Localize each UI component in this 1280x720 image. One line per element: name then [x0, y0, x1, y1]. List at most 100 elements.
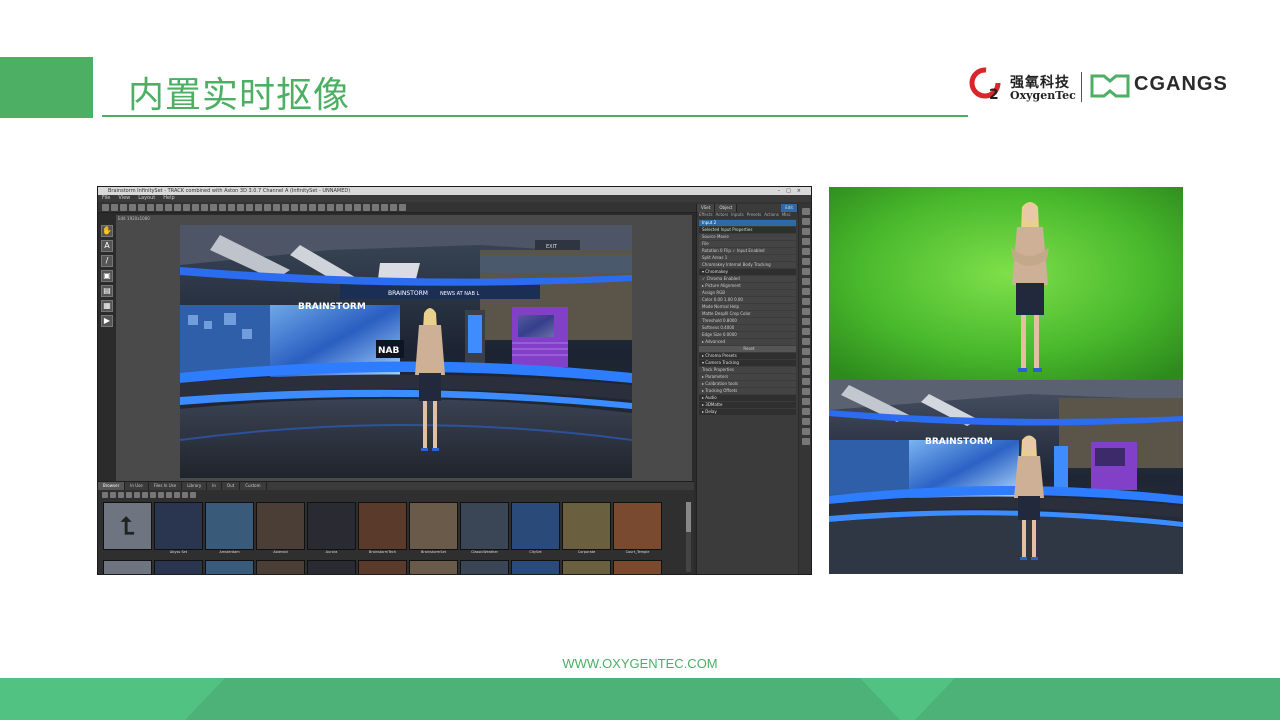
pen-tool-icon[interactable]: /	[101, 255, 113, 267]
browser-tool-icon[interactable]	[190, 492, 196, 498]
browser-tool-icon[interactable]	[110, 492, 116, 498]
browser-tool-icon[interactable]	[142, 492, 148, 498]
set-thumbnail-row2[interactable]	[409, 560, 458, 574]
toolbar-tool-icon[interactable]	[210, 204, 217, 211]
panel-row[interactable]: ▸ Picture Alignment	[699, 283, 796, 289]
toolbar-tool-icon[interactable]	[282, 204, 289, 211]
footer-website[interactable]: WWW.OXYGENTEC.COM	[0, 656, 1280, 671]
set-thumbnail-row2[interactable]	[562, 560, 611, 574]
panel-row[interactable]: ▸ Parameters	[699, 374, 796, 380]
set-thumbnail-row2[interactable]	[358, 560, 407, 574]
toolbar-tool-icon[interactable]	[138, 204, 145, 211]
strip-tool-icon[interactable]	[801, 358, 810, 365]
strip-tool-icon[interactable]	[801, 218, 810, 225]
toolbar-tool-icon[interactable]	[192, 204, 199, 211]
panel-row[interactable]: Mode Normal Help	[699, 304, 796, 310]
toolbar-tool-icon[interactable]	[363, 204, 370, 211]
set-thumbnail-row2[interactable]	[103, 560, 152, 574]
set-thumbnail[interactable]: Asteroid	[256, 502, 305, 558]
panel-row[interactable]: Assign RGB	[699, 290, 796, 296]
image-tool-icon[interactable]: ▣	[101, 270, 113, 282]
panel-row[interactable]: ▾ Camera Tracking	[699, 360, 796, 366]
reset-button[interactable]: Reset	[699, 346, 796, 352]
strip-tool-icon[interactable]	[801, 258, 810, 265]
toolbar-tool-icon[interactable]	[372, 204, 379, 211]
toolbar-tool-icon[interactable]	[345, 204, 352, 211]
panel-row[interactable]: Selected Input Properties	[699, 227, 796, 233]
toolbar-tool-icon[interactable]	[156, 204, 163, 211]
toolbar-tool-icon[interactable]	[264, 204, 271, 211]
strip-tool-icon[interactable]	[801, 408, 810, 415]
panel-row[interactable]: Input 2	[699, 220, 796, 226]
panel-row[interactable]: ▸ Chroma Presets	[699, 353, 796, 359]
toolbar-tool-icon[interactable]	[219, 204, 226, 211]
browser-tool-icon[interactable]	[118, 492, 124, 498]
panel-subtab[interactable]: Presets	[747, 212, 762, 219]
panel-row[interactable]: File	[699, 241, 796, 247]
panel-subtab[interactable]: Effects	[699, 212, 713, 219]
browser-tool-icon[interactable]	[126, 492, 132, 498]
browser-tab[interactable]: Files In Use	[149, 482, 183, 490]
browser-tab[interactable]: In	[207, 482, 222, 490]
strip-tool-icon[interactable]	[801, 228, 810, 235]
toolbar-tool-icon[interactable]	[273, 204, 280, 211]
browser-tool-icon[interactable]	[166, 492, 172, 498]
strip-tool-icon[interactable]	[801, 308, 810, 315]
strip-tool-icon[interactable]	[801, 278, 810, 285]
set-thumbnail-row2[interactable]	[154, 560, 203, 574]
panel-row[interactable]: Edge Size 0.0000	[699, 332, 796, 338]
panel-row[interactable]: ✓ Chroma Enabled	[699, 276, 796, 282]
set-thumbnail-row2[interactable]	[307, 560, 356, 574]
browser-scrollbar[interactable]	[686, 502, 691, 572]
toolbar-tool-icon[interactable]	[399, 204, 406, 211]
set-thumbnail[interactable]: Corporate	[562, 502, 611, 558]
panel-row[interactable]: ▸ Delay	[699, 409, 796, 415]
panel-row[interactable]: ▸ Tracking Offsets	[699, 388, 796, 394]
set-thumbnail[interactable]: Amsterdam	[205, 502, 254, 558]
scrollbar-thumb[interactable]	[686, 502, 691, 532]
strip-tool-icon[interactable]	[801, 388, 810, 395]
set-thumbnail[interactable]: Aurora	[307, 502, 356, 558]
toolbar-tool-icon[interactable]	[309, 204, 316, 211]
browser-tool-icon[interactable]	[182, 492, 188, 498]
browser-tool-icon[interactable]	[158, 492, 164, 498]
tab-edit[interactable]: Edit	[781, 204, 798, 212]
strip-tool-icon[interactable]	[801, 248, 810, 255]
panel-subtab[interactable]: Inputs	[731, 212, 743, 219]
strip-tool-icon[interactable]	[801, 288, 810, 295]
set-thumbnail-row2[interactable]	[205, 560, 254, 574]
toolbar-tool-icon[interactable]	[183, 204, 190, 211]
strip-tool-icon[interactable]	[801, 338, 810, 345]
toolbar-tool-icon[interactable]	[129, 204, 136, 211]
browser-tool-icon[interactable]	[134, 492, 140, 498]
text-tool-icon[interactable]: A	[101, 240, 113, 252]
set-thumbnail[interactable]: BrainstormSet	[409, 502, 458, 558]
browser-tab[interactable]: Browser	[98, 482, 126, 490]
browser-tool-icon[interactable]	[174, 492, 180, 498]
strip-tool-icon[interactable]	[801, 298, 810, 305]
strip-tool-icon[interactable]	[801, 328, 810, 335]
toolbar-tool-icon[interactable]	[237, 204, 244, 211]
panel-row[interactable]: Threshold 0.8000	[699, 318, 796, 324]
video-tool-icon[interactable]: ▦	[101, 300, 113, 312]
set-thumbnail-row2[interactable]	[460, 560, 509, 574]
toolbar-tool-icon[interactable]	[291, 204, 298, 211]
set-thumbnail-row2[interactable]	[256, 560, 305, 574]
panel-row[interactable]: Chromakey Internal Body Tracking	[699, 262, 796, 268]
hand-tool-icon[interactable]: ✋	[101, 225, 113, 237]
toolbar-tool-icon[interactable]	[354, 204, 361, 211]
set-thumbnail-row2[interactable]	[613, 560, 662, 574]
strip-tool-icon[interactable]	[801, 398, 810, 405]
menu-help[interactable]: Help	[163, 195, 174, 202]
panel-subtab[interactable]: Actors	[716, 212, 729, 219]
panel-row[interactable]: ▾ Chromakey	[699, 269, 796, 275]
strip-tool-icon[interactable]	[801, 378, 810, 385]
toolbar-tool-icon[interactable]	[327, 204, 334, 211]
set-thumbnail[interactable]: ClassicWeather	[460, 502, 509, 558]
panel-row[interactable]: Track Properties	[699, 367, 796, 373]
strip-tool-icon[interactable]	[801, 438, 810, 445]
toolbar-tool-icon[interactable]	[120, 204, 127, 211]
set-thumbnail-row2[interactable]	[511, 560, 560, 574]
toolbar-tool-icon[interactable]	[246, 204, 253, 211]
menu-layout[interactable]: Layout	[138, 195, 155, 202]
